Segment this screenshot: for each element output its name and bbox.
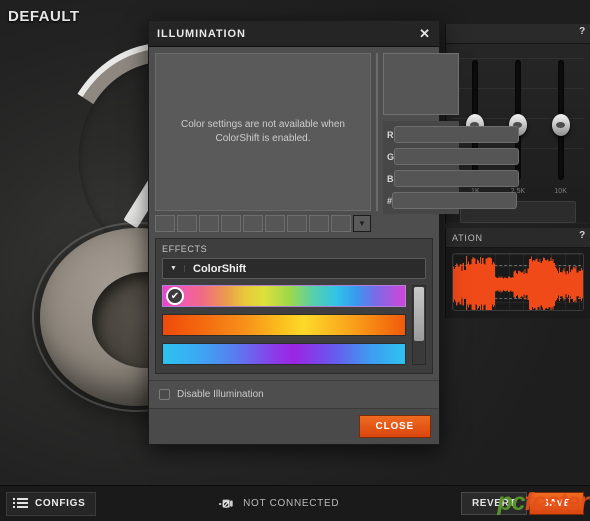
gradient-option-orange-yellow[interactable]	[162, 314, 406, 336]
voice-panel-header: ATION ?	[446, 228, 590, 248]
effects-label: EFFECTS	[162, 244, 208, 254]
color-swatch[interactable]	[199, 215, 219, 232]
hue-slider[interactable]	[376, 53, 378, 211]
dialog-body: Color settings are not available when Co…	[149, 47, 520, 380]
disable-illumination-label: Disable Illumination	[177, 389, 264, 400]
revert-button[interactable]: REVERT	[460, 492, 528, 515]
gradient-scrollbar[interactable]	[412, 285, 426, 365]
color-swatch[interactable]	[221, 215, 241, 232]
hex-input[interactable]	[392, 192, 518, 209]
waveform-display	[452, 253, 584, 311]
voice-panel-title: ATION	[452, 232, 483, 243]
bottom-toolbar: CONFIGS NOT CONNECTED REVERT SAVE	[0, 485, 590, 521]
eq-band-label-3: 10K	[554, 188, 567, 195]
dialog-titlebar: ILLUMINATION ✕	[149, 21, 439, 47]
swatch-strip: ▼	[155, 215, 371, 232]
eq-knob[interactable]	[551, 114, 570, 136]
color-swatch[interactable]	[331, 215, 351, 232]
dialog-title: ILLUMINATION	[157, 27, 246, 40]
color-swatch[interactable]	[309, 215, 329, 232]
disable-illumination-row[interactable]: Disable Illumination	[149, 380, 439, 408]
blue-input[interactable]	[393, 170, 519, 187]
connection-status: NOT CONNECTED	[96, 497, 460, 511]
close-icon[interactable]: ✕	[418, 27, 432, 41]
color-swatch[interactable]	[287, 215, 307, 232]
configs-label: CONFIGS	[35, 498, 86, 509]
action-buttons: REVERT SAVE	[460, 492, 584, 515]
color-swatch[interactable]	[177, 215, 197, 232]
chevron-down-icon[interactable]: ▼	[163, 265, 185, 272]
effect-select[interactable]: ▼ ColorShift	[162, 258, 426, 279]
saturation-value-area: Color settings are not available when Co…	[155, 53, 371, 232]
color-swatch[interactable]	[265, 215, 285, 232]
color-preview	[383, 53, 459, 115]
red-input[interactable]	[393, 126, 519, 143]
color-value-fields: R G B #	[383, 121, 520, 214]
configs-button[interactable]: CONFIGS	[6, 491, 97, 516]
waveform-graph	[453, 256, 583, 310]
blue-label: B	[387, 173, 394, 184]
eq-slider-2[interactable]	[502, 58, 534, 186]
app-window: DEFAULT ? 1K	[0, 0, 590, 521]
page-title: DEFAULT	[8, 8, 80, 25]
voice-body	[446, 248, 590, 318]
color-picker-row: Color settings are not available when Co…	[155, 53, 520, 232]
gradient-list: ✔	[162, 285, 406, 365]
close-button[interactable]: CLOSE	[358, 415, 431, 438]
save-button[interactable]: SAVE	[529, 492, 584, 515]
list-icon	[13, 497, 28, 510]
green-input[interactable]	[394, 148, 520, 165]
color-swatch[interactable]	[155, 215, 175, 232]
chevron-down-icon[interactable]: ▼	[353, 215, 371, 232]
eq-slider-3[interactable]	[545, 58, 577, 186]
equalizer-panel-header: ?	[446, 24, 590, 44]
color-disabled-message: Color settings are not available when Co…	[181, 119, 345, 144]
help-icon[interactable]: ?	[579, 26, 586, 37]
status-text: NOT CONNECTED	[243, 498, 340, 509]
help-icon[interactable]: ?	[579, 230, 586, 241]
gradient-option-cyan-purple[interactable]	[162, 343, 406, 365]
green-label: G	[387, 151, 395, 162]
blue-field-row: B	[387, 170, 519, 187]
voice-panel: ATION ?	[445, 228, 590, 318]
equalizer-sliders	[454, 54, 582, 186]
color-values-column: R G B #	[383, 53, 520, 232]
gradient-option-rainbow-magenta[interactable]: ✔	[162, 285, 406, 307]
effects-section: EFFECTS ▼ ColorShift ✔	[155, 238, 433, 374]
color-field[interactable]: Color settings are not available when Co…	[155, 53, 371, 211]
effect-selected-value: ColorShift	[193, 262, 247, 275]
color-swatch[interactable]	[243, 215, 263, 232]
hex-field-row: #	[387, 192, 518, 209]
check-icon: ✔	[166, 287, 184, 305]
disable-illumination-checkbox[interactable]	[159, 389, 170, 400]
dialog-footer: CLOSE	[149, 408, 439, 444]
eq-slider-1[interactable]	[459, 58, 491, 186]
scrollbar-thumb[interactable]	[414, 287, 424, 341]
red-label: R	[387, 129, 394, 140]
gradient-area: ✔	[162, 285, 426, 365]
illumination-dialog: ILLUMINATION ✕ Color settings are not av…	[148, 20, 520, 445]
red-field-row: R	[387, 126, 519, 143]
green-field-row: G	[387, 148, 520, 165]
disconnected-device-icon	[219, 499, 233, 508]
